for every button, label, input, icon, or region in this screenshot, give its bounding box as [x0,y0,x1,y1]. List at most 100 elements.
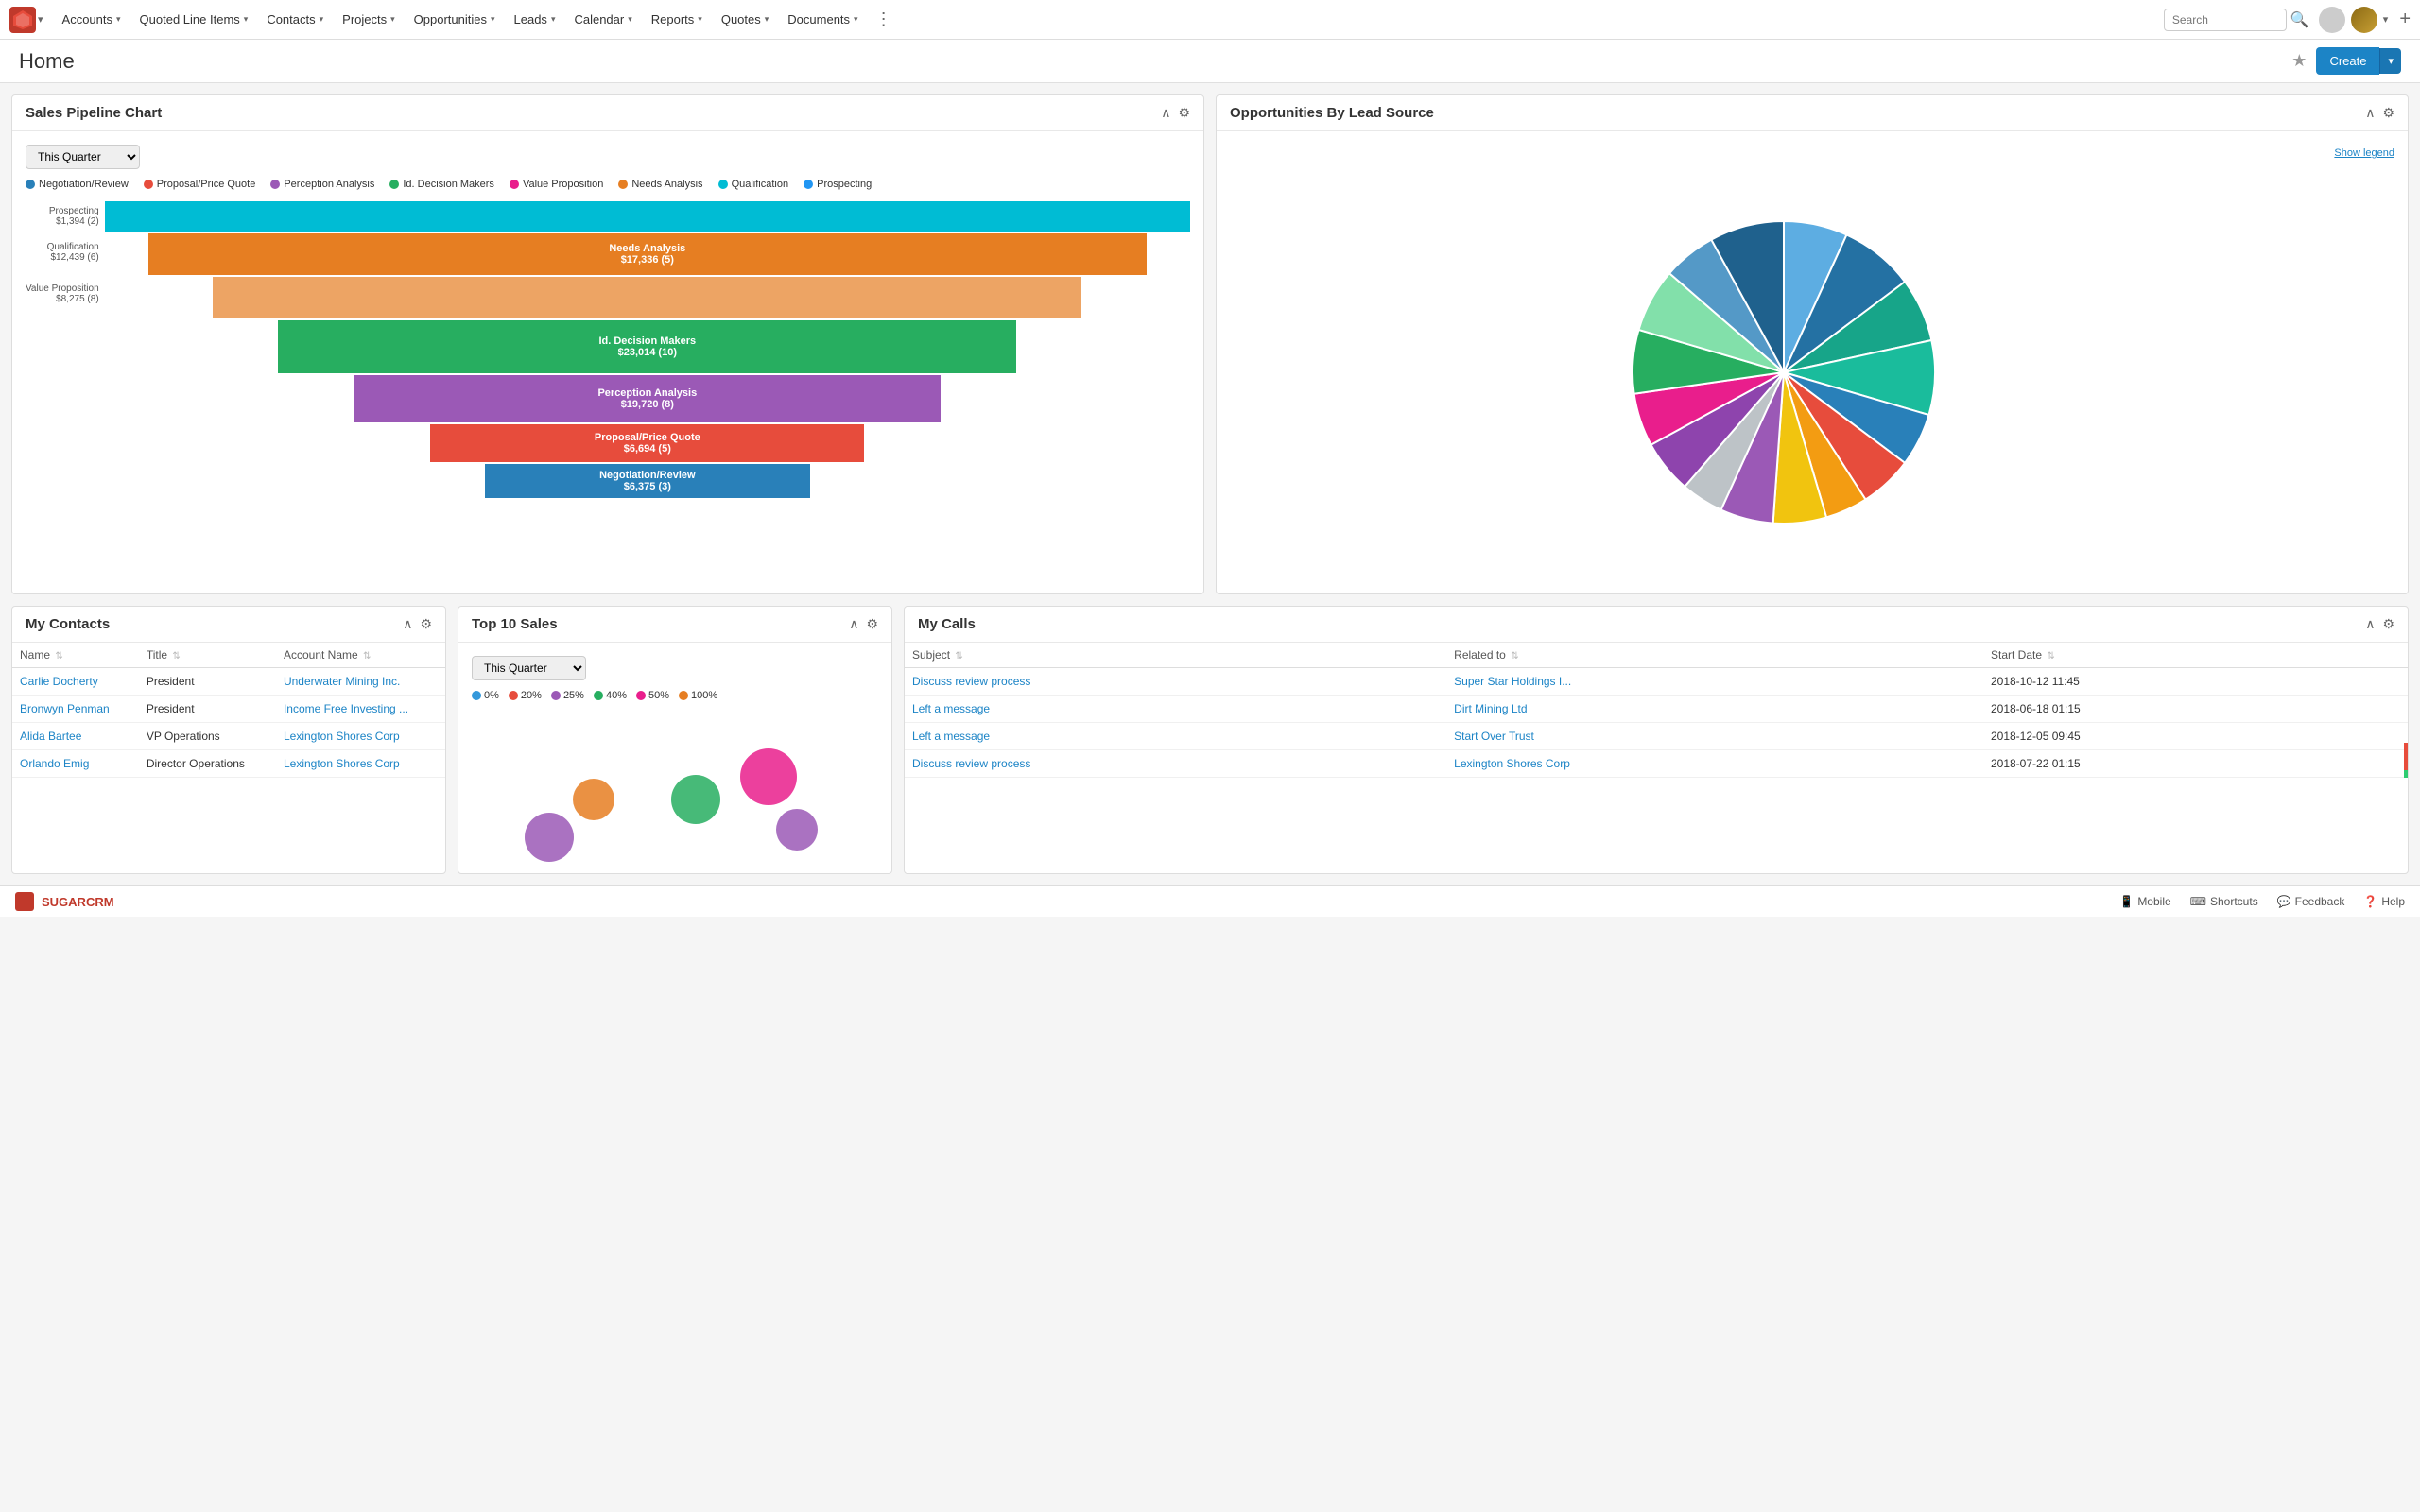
table-row: Orlando Emig Director Operations Lexingt… [12,750,445,778]
page-header: Home ★ Create ▾ [0,40,2420,83]
sales-header: Top 10 Sales ∧ ⚙ [458,607,891,643]
nav-quotes[interactable]: Quotes ▾ [712,0,778,40]
nav-projects[interactable]: Projects ▾ [333,0,405,40]
call-related[interactable]: Super Star Holdings I... [1446,668,1983,696]
logo-arrow[interactable]: ▾ [38,13,43,26]
call-related[interactable]: Lexington Shores Corp [1446,750,1983,778]
calls-col-date[interactable]: Start Date ⇅ [1983,643,2408,668]
opps-controls: ∧ ⚙ [2365,105,2394,121]
opps-arrow: ▾ [491,14,495,25]
contact-account[interactable]: Income Free Investing ... [276,696,445,723]
nav-more[interactable]: ⋮ [868,9,900,29]
sales-bubble-legend: 0%20%25%40%50%100% [472,690,878,701]
contacts-table-body: Carlie Docherty President Underwater Min… [12,668,445,778]
call-related[interactable]: Dirt Mining Ltd [1446,696,1983,723]
sales-bubble [671,775,720,824]
contact-account[interactable]: Lexington Shores Corp [276,723,445,750]
calls-body: Subject ⇅ Related to ⇅ Start Date ⇅ Disc… [905,643,2408,778]
pipeline-quarter-select[interactable]: This Quarter [26,145,140,169]
call-related[interactable]: Start Over Trust [1446,723,1983,750]
nav-quoted-line-items[interactable]: Quoted Line Items ▾ [130,0,258,40]
sales-bubble [776,809,818,850]
sort-account-arrow: ⇅ [363,651,371,662]
quotes-arrow: ▾ [765,14,769,25]
help-button[interactable]: ❓ Help [2363,895,2405,908]
contact-name[interactable]: Carlie Docherty [12,668,139,696]
user-arrow[interactable]: ▾ [2383,13,2389,26]
nav-leads[interactable]: Leads ▾ [505,0,565,40]
sort-date-arrow: ⇅ [2047,651,2054,662]
contacts-col-account[interactable]: Account Name ⇅ [276,643,445,668]
sales-bubble [573,779,614,820]
legend-item: Id. Decision Makers [389,179,494,190]
label-qualification: Qualification$12,439 (6) [26,232,99,273]
calls-settings-button[interactable]: ⚙ [2382,616,2394,632]
add-button[interactable]: + [2399,9,2411,30]
call-subject[interactable]: Left a message [905,723,1446,750]
sales-legend-item: 20% [509,690,542,701]
quoted-arrow: ▾ [244,14,249,25]
legend-item: Proposal/Price Quote [144,179,256,190]
contacts-title: My Contacts [26,616,403,632]
nav-documents[interactable]: Documents ▾ [778,0,867,40]
sales-legend-item: 50% [636,690,669,701]
bubble-chart [472,709,878,860]
contact-name[interactable]: Orlando Emig [12,750,139,778]
nav-calendar[interactable]: Calendar ▾ [564,0,641,40]
status-bar: SUGARCRM 📱 Mobile ⌨ Shortcuts 💬 Feedback… [0,885,2420,917]
call-date: 2018-06-18 01:15 [1983,696,2408,723]
funnel-bar-needs2 [213,277,1081,318]
opps-title: Opportunities By Lead Source [1230,105,2365,121]
opps-collapse-button[interactable]: ∧ [2365,105,2375,121]
calls-controls: ∧ ⚙ [2365,616,2394,632]
calls-col-related[interactable]: Related to ⇅ [1446,643,1983,668]
contact-name[interactable]: Bronwyn Penman [12,696,139,723]
contacts-arrow: ▾ [320,14,324,25]
contact-title: VP Operations [139,723,276,750]
show-legend-button[interactable]: Show legend [2334,147,2394,159]
create-button[interactable]: Create [2316,47,2379,75]
search-button[interactable]: 🔍 [2290,10,2309,29]
contacts-panel: My Contacts ∧ ⚙ Name ⇅ Title ⇅ Account N… [11,606,446,874]
sales-settings-button[interactable]: ⚙ [866,616,878,632]
reports-arrow: ▾ [698,14,702,25]
calls-col-subject[interactable]: Subject ⇅ [905,643,1446,668]
app-logo[interactable]: ▾ [9,7,43,33]
search-input[interactable] [2164,9,2287,31]
sales-quarter-select[interactable]: This Quarter [472,656,586,680]
nav-accounts[interactable]: Accounts ▾ [53,0,130,40]
sales-body: This Quarter 0%20%25%40%50%100% [458,643,891,873]
feedback-button[interactable]: 💬 Feedback [2277,895,2345,908]
user-avatar[interactable] [2351,7,2377,33]
funnel-side-labels: Prospecting$1,394 (2) Qualification$12,4… [26,201,99,487]
contacts-settings-button[interactable]: ⚙ [420,616,432,632]
contact-account[interactable]: Lexington Shores Corp [276,750,445,778]
contact-title: President [139,696,276,723]
call-date: 2018-12-05 09:45 [1983,723,2408,750]
favorite-button[interactable]: ★ [2291,51,2307,71]
nav-reports[interactable]: Reports ▾ [642,0,712,40]
call-date: 2018-10-12 11:45 [1983,668,2408,696]
nav-contacts[interactable]: Contacts ▾ [257,0,333,40]
contacts-col-title[interactable]: Title ⇅ [139,643,276,668]
contact-account[interactable]: Underwater Mining Inc. [276,668,445,696]
pipeline-collapse-button[interactable]: ∧ [1161,105,1170,121]
nav-opportunities[interactable]: Opportunities ▾ [405,0,505,40]
calls-collapse-button[interactable]: ∧ [2365,616,2375,632]
shortcuts-button[interactable]: ⌨ Shortcuts [2190,895,2258,908]
mobile-button[interactable]: 📱 Mobile [2119,895,2170,908]
contacts-collapse-button[interactable]: ∧ [403,616,412,632]
contact-name[interactable]: Alida Bartee [12,723,139,750]
create-dropdown-button[interactable]: ▾ [2379,48,2401,74]
call-subject[interactable]: Discuss review process [905,750,1446,778]
nav-menu: Accounts ▾ Quoted Line Items ▾ Contacts … [53,0,2164,40]
feedback-icon: 💬 [2277,895,2291,908]
sales-collapse-button[interactable]: ∧ [849,616,858,632]
contacts-table: Name ⇅ Title ⇅ Account Name ⇅ Carlie Doc… [12,643,445,778]
call-subject[interactable]: Left a message [905,696,1446,723]
sort-subject-arrow: ⇅ [955,651,962,662]
contacts-col-name[interactable]: Name ⇅ [12,643,139,668]
opps-settings-button[interactable]: ⚙ [2382,105,2394,121]
call-subject[interactable]: Discuss review process [905,668,1446,696]
pipeline-settings-button[interactable]: ⚙ [1178,105,1190,121]
